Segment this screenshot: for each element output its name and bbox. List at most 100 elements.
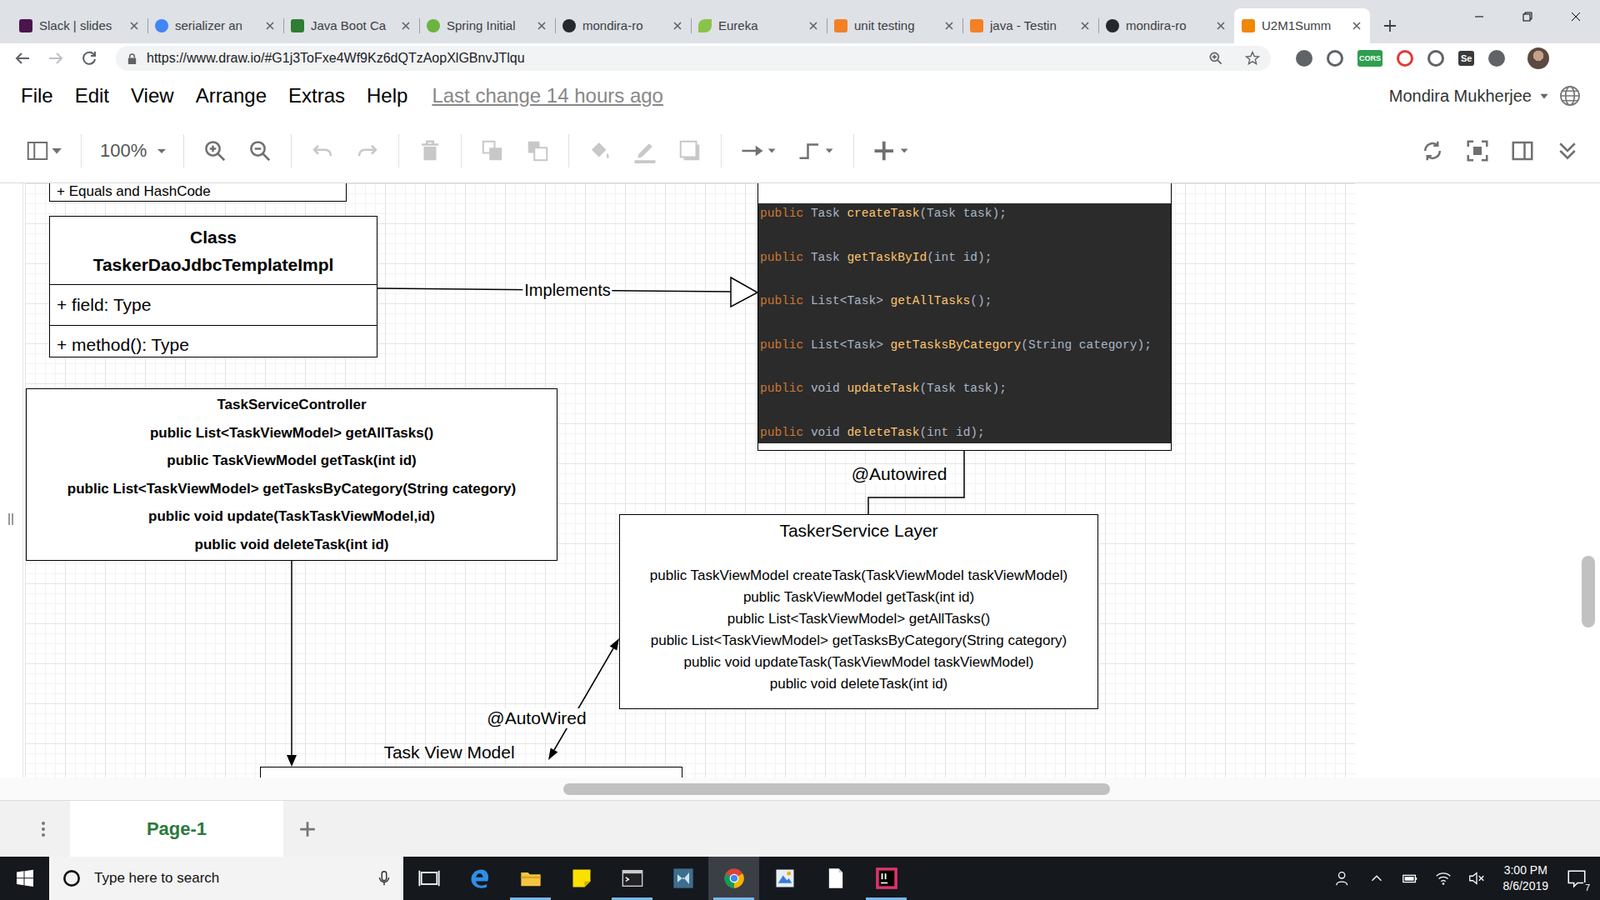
- close-icon[interactable]: [1079, 20, 1091, 32]
- view-model-box[interactable]: [260, 766, 683, 778]
- menu-item[interactable]: File: [10, 84, 65, 108]
- forward-icon[interactable]: [45, 48, 66, 69]
- close-icon[interactable]: [1350, 20, 1363, 32]
- browser-tab[interactable]: U2M1Summ: [1234, 8, 1370, 44]
- to-back-icon[interactable]: [525, 138, 550, 164]
- close-window-icon[interactable]: [1551, 0, 1600, 34]
- microphone-icon[interactable]: [375, 869, 394, 888]
- dao-class-box[interactable]: ClassTaskerDaoJdbcTemplateImpl + field: …: [49, 215, 378, 358]
- undo-icon[interactable]: [310, 138, 335, 164]
- selenium-extension[interactable]: Se: [1458, 50, 1475, 66]
- extension-icon[interactable]: [1396, 50, 1414, 67]
- cors-extension[interactable]: CORS: [1357, 50, 1383, 67]
- browser-tab[interactable]: mondira-ro: [1098, 8, 1235, 44]
- sync-icon[interactable]: [1420, 138, 1445, 164]
- restore-icon[interactable]: [1503, 0, 1552, 34]
- menu-item[interactable]: Extras: [277, 84, 356, 108]
- profile-avatar-icon[interactable]: [1527, 47, 1550, 70]
- dao-interface-box[interactable]: publicTaskcreateTask(Task task);publicTa…: [757, 183, 1172, 451]
- url-field[interactable]: https://www.draw.io/#G1j3ToFxe4Wf9Kz6dQT…: [115, 45, 1271, 71]
- fill-color-icon[interactable]: [587, 138, 613, 164]
- fullscreen-icon[interactable]: [1465, 138, 1490, 164]
- close-icon[interactable]: [400, 20, 412, 32]
- globe-icon[interactable]: [1558, 84, 1582, 108]
- horizontal-scrollbar[interactable]: [563, 783, 1110, 795]
- close-icon[interactable]: [943, 20, 955, 32]
- service-layer-box[interactable]: TaskerService Layer public TaskViewModel…: [619, 514, 1099, 710]
- battery-icon[interactable]: [1400, 869, 1420, 888]
- last-change-link[interactable]: Last change 14 hours ago: [431, 84, 664, 108]
- browser-tab[interactable]: java - Testin: [962, 8, 1099, 44]
- waypoint-icon[interactable]: [797, 138, 835, 164]
- close-icon[interactable]: [264, 20, 276, 32]
- extension-icon[interactable]: [1427, 50, 1445, 67]
- close-icon[interactable]: [128, 20, 140, 32]
- zoom-icon[interactable]: [1207, 50, 1225, 67]
- sidebar-handle[interactable]: [0, 183, 24, 778]
- volume-muted-icon[interactable]: [1467, 869, 1486, 888]
- extension-icon[interactable]: [1488, 50, 1505, 67]
- collapse-icon[interactable]: [1555, 138, 1580, 164]
- extension-icon[interactable]: [1295, 50, 1313, 67]
- show-hidden-icon[interactable]: [1367, 869, 1386, 888]
- taskbar-app[interactable]: [657, 856, 709, 900]
- connection-icon[interactable]: [740, 138, 778, 164]
- to-front-icon[interactable]: [480, 138, 505, 164]
- insert-icon[interactable]: [872, 138, 910, 164]
- taskbar-app[interactable]: [505, 856, 556, 900]
- people-icon[interactable]: [1334, 869, 1353, 888]
- line-color-icon[interactable]: [632, 138, 658, 164]
- zoom-in-icon[interactable]: [202, 138, 228, 164]
- taskbar-app[interactable]: [606, 856, 658, 900]
- add-page-icon[interactable]: [298, 820, 317, 839]
- taskbar-app[interactable]: [555, 856, 607, 900]
- taskbar-app[interactable]: [810, 856, 861, 900]
- taskbar-app[interactable]: [759, 856, 810, 900]
- minimize-icon[interactable]: [1455, 0, 1504, 34]
- caret-icon[interactable]: [1538, 90, 1550, 102]
- view-model-label[interactable]: Task View Model: [381, 742, 516, 763]
- grip-icon[interactable]: [8, 513, 14, 525]
- vertical-scrollbar[interactable]: [1581, 555, 1595, 628]
- browser-tab[interactable]: Java Boot Ca: [283, 8, 420, 44]
- taskbar-app[interactable]: [860, 856, 912, 900]
- close-icon[interactable]: [671, 20, 684, 32]
- new-tab-icon[interactable]: [1381, 17, 1399, 35]
- taskbar-search[interactable]: Type here to search: [49, 856, 404, 900]
- panel-toggle-icon[interactable]: [1510, 138, 1535, 164]
- action-center[interactable]: 7: [1560, 856, 1594, 900]
- browser-tab[interactable]: serializer an: [147, 8, 284, 44]
- equals-member-box[interactable]: + Equals and HashCode: [49, 183, 347, 202]
- back-icon[interactable]: [12, 48, 33, 69]
- menu-item[interactable]: Help: [355, 84, 419, 108]
- star-icon[interactable]: [1244, 50, 1261, 67]
- page-menu-icon[interactable]: [40, 819, 47, 840]
- menu-item[interactable]: Arrange: [185, 84, 278, 108]
- page-tab[interactable]: Page-1: [70, 800, 284, 857]
- clock[interactable]: 3:00 PM 8/6/2019: [1503, 862, 1550, 895]
- wifi-icon[interactable]: [1434, 869, 1453, 888]
- redo-icon[interactable]: [355, 138, 380, 164]
- extension-icon[interactable]: [1326, 50, 1344, 67]
- taskbar-app[interactable]: [454, 856, 505, 900]
- close-icon[interactable]: [535, 20, 548, 32]
- zoom-dropdown[interactable]: 100%: [100, 140, 147, 162]
- browser-tab[interactable]: Spring Initial: [419, 8, 555, 44]
- implements-label[interactable]: Implements: [522, 280, 612, 300]
- shadow-icon[interactable]: [677, 138, 703, 164]
- taskbar-app[interactable]: [708, 856, 760, 900]
- browser-tab[interactable]: unit testing: [826, 8, 963, 44]
- taskbar-app[interactable]: [403, 856, 455, 900]
- zoom-out-icon[interactable]: [247, 138, 273, 164]
- browser-tab[interactable]: Eureka: [690, 8, 827, 44]
- autowired-view-model-edge[interactable]: [554, 648, 614, 750]
- autowired-label[interactable]: @AutoWired: [485, 708, 588, 729]
- format-panel-icon[interactable]: [25, 138, 63, 164]
- menu-item[interactable]: Edit: [64, 84, 120, 108]
- controller-edge[interactable]: [290, 560, 293, 757]
- autowired-label[interactable]: @Autowired: [850, 464, 950, 485]
- delete-icon[interactable]: [417, 138, 443, 164]
- close-icon[interactable]: [1215, 20, 1227, 32]
- windows-start-icon[interactable]: [15, 868, 35, 889]
- close-icon[interactable]: [807, 20, 820, 32]
